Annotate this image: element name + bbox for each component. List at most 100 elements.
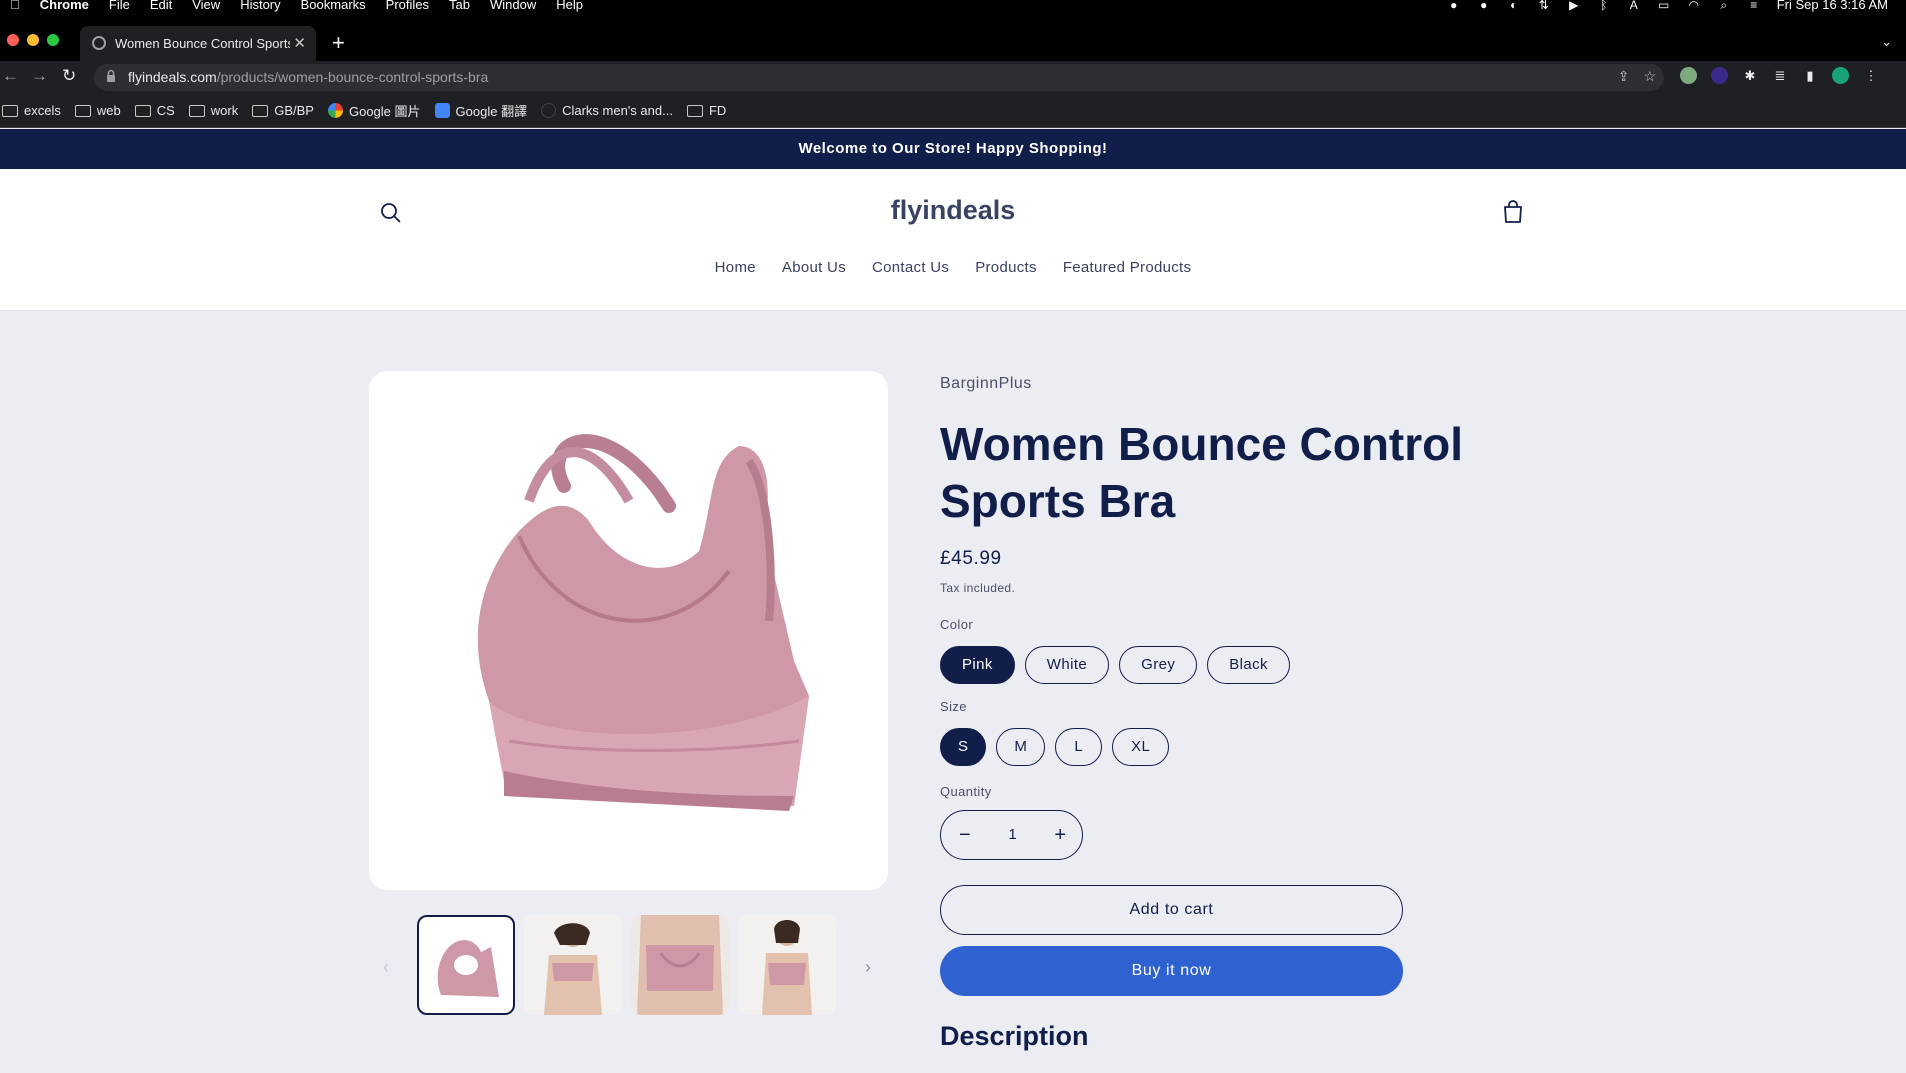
more-menu-icon[interactable]: ⋮ bbox=[1863, 68, 1879, 84]
bookmark-link[interactable]: Google 圖片 bbox=[327, 101, 421, 120]
site-icon bbox=[541, 103, 557, 118]
nav-about-us[interactable]: About Us bbox=[782, 259, 846, 276]
forward-arrow-icon[interactable]: → bbox=[31, 66, 48, 86]
menu-file[interactable]: File bbox=[109, 0, 130, 12]
menu-view[interactable]: View bbox=[192, 0, 220, 12]
play-icon[interactable]: ▶ bbox=[1567, 0, 1581, 12]
color-option-white[interactable]: White bbox=[1024, 646, 1110, 684]
menu-bookmarks[interactable]: Bookmarks bbox=[301, 0, 366, 12]
profile-avatar[interactable] bbox=[1832, 67, 1849, 84]
size-option-xl[interactable]: XL bbox=[1112, 728, 1170, 766]
bookmark-star-icon[interactable]: ☆ bbox=[1643, 68, 1656, 85]
bluetooth-icon[interactable]: ᛒ bbox=[1597, 0, 1611, 12]
folder-icon bbox=[686, 104, 703, 117]
bookmark-link[interactable]: Clarks men's and... bbox=[541, 103, 673, 118]
thumbnail-1[interactable] bbox=[417, 915, 515, 1015]
menu-profiles[interactable]: Profiles bbox=[386, 0, 429, 12]
extensions-puzzle-icon[interactable]: ✱ bbox=[1742, 68, 1758, 84]
buy-it-now-button[interactable]: Buy it now bbox=[940, 946, 1403, 996]
address-url[interactable]: flyindeals.com/products/women-bounce-con… bbox=[128, 69, 488, 85]
status-icon[interactable]: ◐ bbox=[1507, 0, 1521, 12]
bookmark-folder[interactable]: CS bbox=[134, 103, 175, 118]
tab-close-icon[interactable]: ✕ bbox=[293, 34, 306, 52]
bookmark-label: work bbox=[210, 103, 239, 118]
color-option-pink[interactable]: Pink bbox=[940, 646, 1015, 684]
address-bar[interactable]: flyindeals.com/products/women-bounce-con… bbox=[94, 64, 1664, 91]
tab-search-chevron-icon[interactable]: ⌄ bbox=[1881, 34, 1892, 50]
slider-prev-chevron-icon[interactable]: ‹ bbox=[383, 957, 389, 978]
cart-icon[interactable] bbox=[1502, 200, 1524, 224]
slider-next-chevron-icon[interactable]: › bbox=[865, 957, 871, 978]
new-tab-button[interactable]: + bbox=[332, 32, 345, 54]
back-arrow-icon[interactable]: ← bbox=[2, 66, 19, 86]
side-panel-icon[interactable]: ▮ bbox=[1802, 68, 1818, 84]
nav-home[interactable]: Home bbox=[715, 259, 756, 276]
size-option-l[interactable]: L bbox=[1055, 728, 1103, 766]
nav-products[interactable]: Products bbox=[975, 259, 1037, 276]
product-main-image[interactable] bbox=[369, 371, 888, 890]
size-options: S M L XL bbox=[940, 728, 1170, 766]
apple-icon[interactable]:  bbox=[10, 0, 20, 12]
store-logo[interactable]: flyindeals bbox=[0, 195, 1906, 226]
thumbnail-4[interactable] bbox=[738, 915, 836, 1015]
active-tab[interactable]: Women Bounce Control Sports ✕ bbox=[80, 26, 316, 61]
reload-icon[interactable]: ↻ bbox=[62, 66, 76, 86]
battery-icon[interactable]: ▭ bbox=[1657, 0, 1671, 12]
bookmarks-bar: excels web CS work GB/BP Google 圖片 Googl… bbox=[0, 94, 1906, 128]
minimize-window-button[interactable] bbox=[27, 34, 39, 46]
size-option-s[interactable]: S bbox=[940, 728, 987, 766]
line-icon[interactable]: ● bbox=[1447, 0, 1461, 12]
bookmark-folder[interactable]: web bbox=[74, 103, 121, 118]
network-icon[interactable]: ⇅ bbox=[1537, 0, 1551, 12]
close-window-button[interactable] bbox=[7, 34, 19, 46]
product-price: £45.99 bbox=[940, 548, 1002, 569]
bookmark-folder[interactable]: work bbox=[188, 103, 239, 118]
folder-icon bbox=[134, 104, 151, 117]
menu-help[interactable]: Help bbox=[556, 0, 583, 12]
thumbnail-image bbox=[631, 915, 729, 1015]
product-vendor: BarginnPlus bbox=[940, 375, 1032, 392]
folder-icon bbox=[252, 104, 269, 117]
menu-app-name[interactable]: Chrome bbox=[40, 0, 89, 12]
reading-list-icon[interactable]: ≣ bbox=[1772, 68, 1788, 84]
nav-featured-products[interactable]: Featured Products bbox=[1063, 259, 1192, 276]
extension-download-icon[interactable] bbox=[1711, 67, 1728, 84]
share-icon[interactable]: ⇪ bbox=[1618, 68, 1630, 85]
tax-note: Tax included. bbox=[940, 581, 1016, 595]
browser-tab-strip: Women Bounce Control Sports ✕ + ⌄ bbox=[0, 12, 1906, 61]
input-method-icon[interactable]: A bbox=[1627, 0, 1641, 12]
thumbnail-3[interactable] bbox=[631, 915, 729, 1015]
thumbnail-image bbox=[437, 940, 499, 997]
bookmark-folder[interactable]: GB/BP bbox=[252, 103, 314, 118]
menu-tab[interactable]: Tab bbox=[449, 0, 470, 12]
bookmark-folder[interactable]: FD bbox=[686, 103, 726, 118]
color-option-black[interactable]: Black bbox=[1207, 646, 1290, 684]
wechat-icon[interactable]: ● bbox=[1477, 0, 1491, 12]
color-label: Color bbox=[940, 617, 974, 632]
size-option-m[interactable]: M bbox=[996, 728, 1046, 766]
bookmark-label: Google 翻譯 bbox=[455, 104, 528, 119]
control-center-icon[interactable]: ≡ bbox=[1747, 0, 1761, 12]
menu-edit[interactable]: Edit bbox=[150, 0, 172, 12]
bookmark-folder[interactable]: excels bbox=[2, 103, 61, 118]
bookmark-label: Clarks men's and... bbox=[562, 103, 673, 118]
bookmark-label: Google 圖片 bbox=[348, 104, 421, 119]
nav-contact-us[interactable]: Contact Us bbox=[872, 259, 949, 276]
product-title: Women Bounce Control Sports Bra bbox=[940, 418, 1464, 527]
announcement-bar: Welcome to Our Store! Happy Shopping! bbox=[0, 129, 1906, 169]
color-option-grey[interactable]: Grey bbox=[1119, 646, 1198, 684]
spotlight-icon[interactable]: ⌕ bbox=[1717, 0, 1731, 12]
menu-history[interactable]: History bbox=[240, 0, 280, 12]
thumbnail-2[interactable] bbox=[524, 915, 622, 1015]
bookmark-link[interactable]: Google 翻譯 bbox=[434, 101, 528, 120]
menubar-clock[interactable]: Fri Sep 16 3:16 AM bbox=[1777, 0, 1888, 12]
quantity-increase-button[interactable]: + bbox=[1054, 823, 1066, 847]
extension-green-icon[interactable] bbox=[1680, 67, 1697, 84]
zoom-window-button[interactable] bbox=[47, 34, 59, 46]
browser-toolbar: ← → ↻ flyindeals.com/products/women-boun… bbox=[0, 61, 1906, 94]
folder-icon bbox=[188, 104, 205, 117]
add-to-cart-button[interactable]: Add to cart bbox=[940, 885, 1403, 935]
wifi-icon[interactable]: ◠ bbox=[1687, 0, 1701, 12]
menu-window[interactable]: Window bbox=[490, 0, 536, 12]
bookmark-label: GB/BP bbox=[274, 103, 314, 118]
